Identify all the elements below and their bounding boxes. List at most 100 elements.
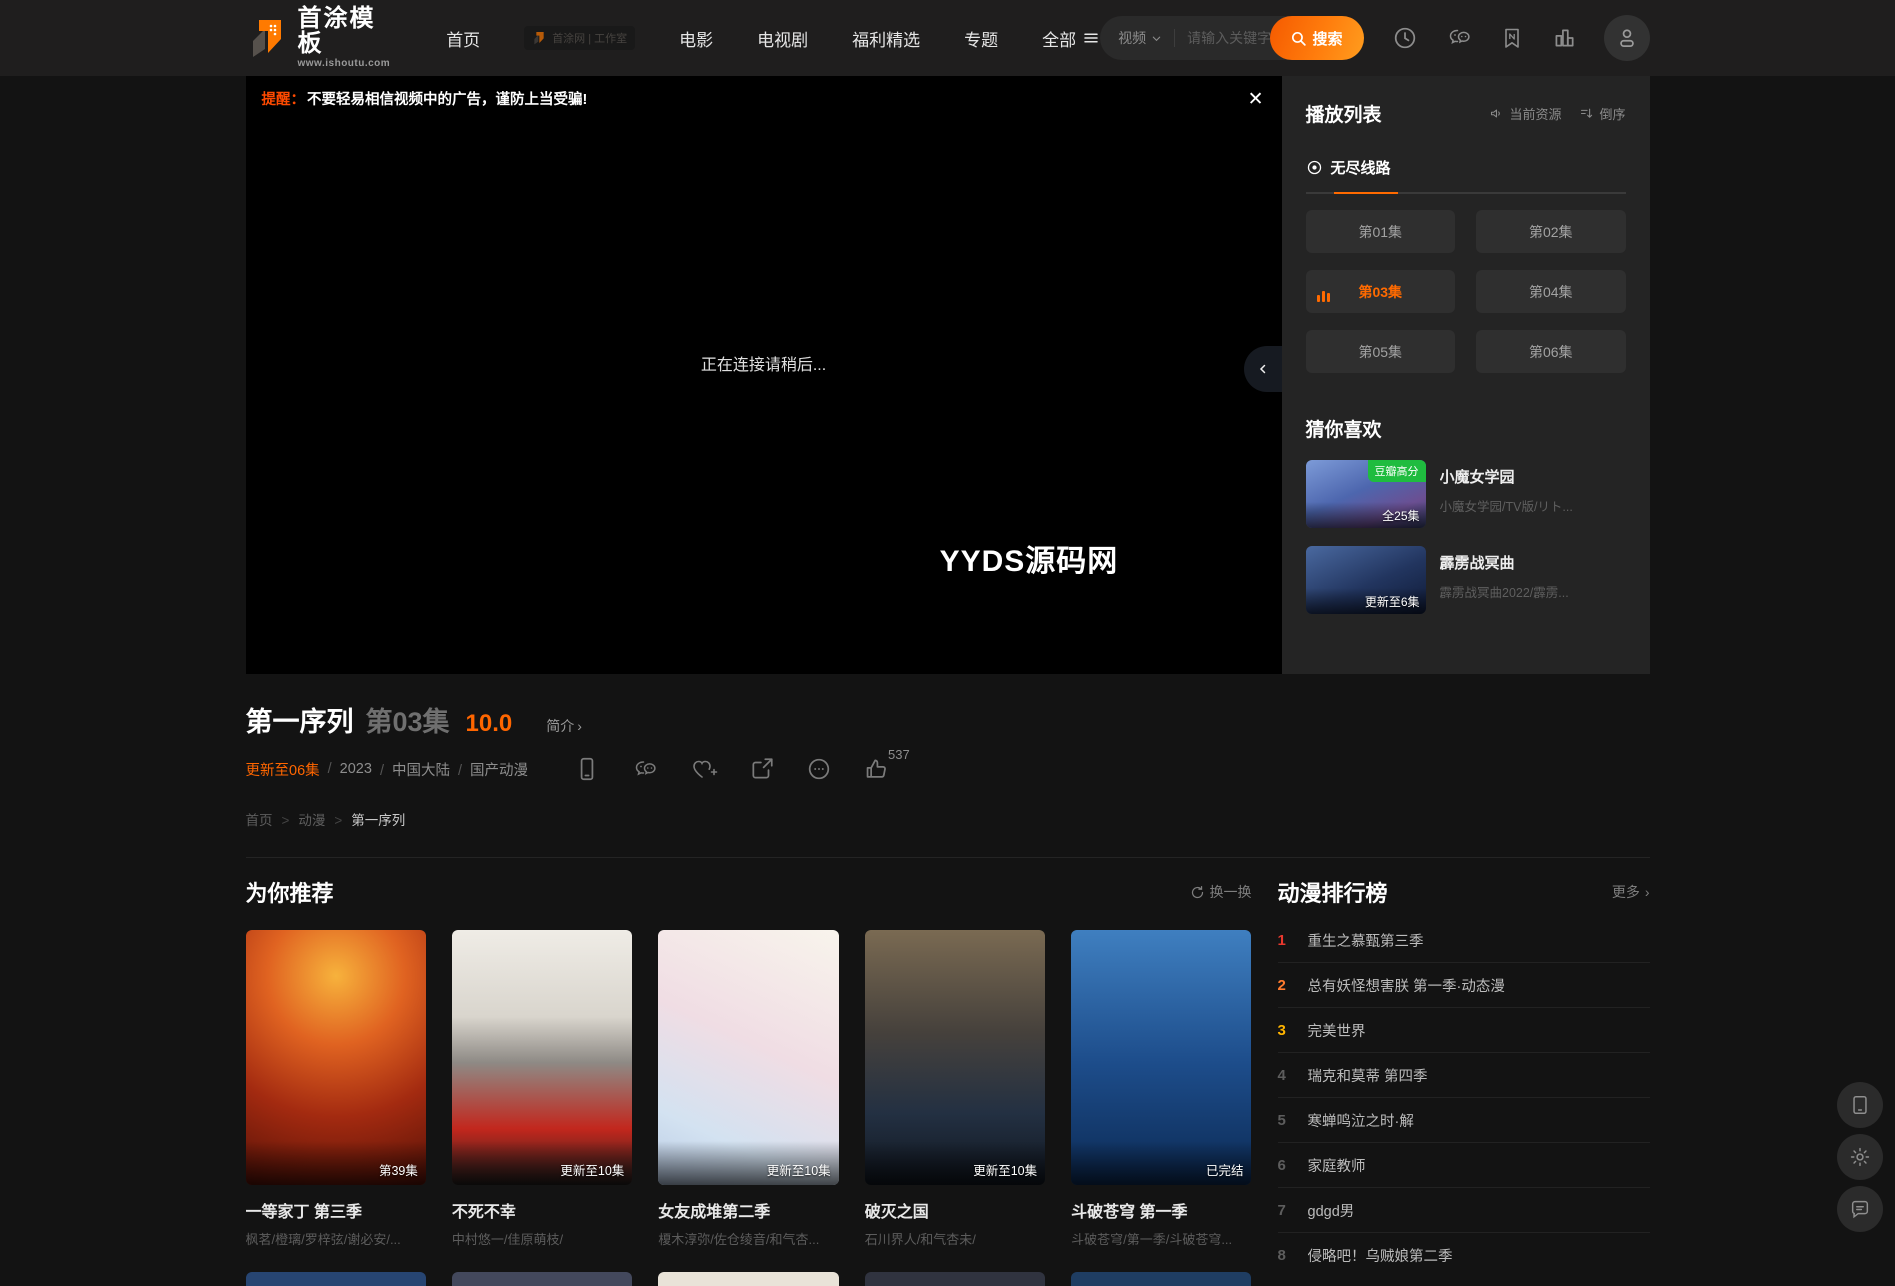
episode-button-3-active[interactable]: 第03集 <box>1305 270 1455 313</box>
settings-button[interactable] <box>1837 1134 1883 1180</box>
search-category-label: 视频 <box>1118 30 1147 46</box>
video-player[interactable]: 提醒： 不要轻易相信视频中的广告，谨防上当受骗! ✕ 正在连接请稍后... YY… <box>245 76 1282 674</box>
breadcrumb-anime[interactable]: 动漫 <box>273 809 325 829</box>
meta-category[interactable]: 国产动漫 <box>450 759 528 780</box>
guess-card-1-caption: 全25集 <box>1382 509 1420 523</box>
site-logo[interactable]: 首涂模板 www.ishoutu.com <box>246 6 391 70</box>
nav-item-movies[interactable]: 电影 <box>679 26 713 51</box>
recommend-card-3-subtitle: 榎木淳弥/佐仓绫音/和气杏... <box>658 1232 820 1247</box>
partial-poster[interactable] <box>451 1272 633 1286</box>
nav-item-welfare[interactable]: 福利精选 <box>852 26 920 51</box>
wechat-icon[interactable] <box>1445 24 1473 52</box>
player-status-text: 正在连接请稍后... <box>700 357 827 375</box>
current-resource-link[interactable]: 当前资源 <box>1489 104 1561 123</box>
ranking-item-3[interactable]: 3 完美世界 <box>1277 1008 1650 1053</box>
ranking-item-8[interactable]: 8 侵略吧！乌贼娘第二季 <box>1278 1233 1650 1278</box>
breadcrumb-home[interactable]: 首页 <box>246 809 273 829</box>
sort-icon <box>1581 108 1593 118</box>
wechat-share-icon[interactable] <box>631 755 659 783</box>
collapse-playlist-handle[interactable] <box>1243 346 1282 393</box>
ranking-item-2[interactable]: 2 总有妖怪想害朕 第一季·动态漫 <box>1277 963 1650 1008</box>
episode-button-2[interactable]: 第02集 <box>1476 210 1626 253</box>
guess-card-2-caption: 更新至6集 <box>1364 595 1420 609</box>
bookmark-icon[interactable] <box>1500 26 1524 50</box>
history-icon[interactable] <box>1392 25 1418 51</box>
favorite-icon[interactable] <box>690 756 718 782</box>
close-icon[interactable]: ✕ <box>1244 88 1268 111</box>
episode-button-4[interactable]: 第04集 <box>1476 270 1626 313</box>
user-avatar[interactable] <box>1603 15 1650 61</box>
guess-card-2-subtitle: 霹雳战冥曲2022/霹雳... <box>1439 586 1569 600</box>
douban-badge: 豆瓣高分 <box>1367 460 1426 482</box>
rank-number: 5 <box>1277 1111 1286 1129</box>
like-button[interactable]: 537 <box>863 747 910 782</box>
episode-button-3-label: 第03集 <box>1358 283 1403 300</box>
guess-card-1-title: 小魔女学园 <box>1439 469 1515 486</box>
recommend-card-1[interactable]: 第39集 一等家丁 第三季 枫茗/橙璃/罗梓弦/谢必安/... <box>245 930 426 1248</box>
meta-year[interactable]: 2023 <box>320 761 372 777</box>
nav-item-topics[interactable]: 专题 <box>964 26 998 51</box>
site-url: www.ishoutu.com <box>297 58 391 70</box>
episode-button-6[interactable]: 第06集 <box>1476 330 1626 373</box>
share-icon[interactable] <box>749 756 775 782</box>
partial-poster[interactable] <box>658 1272 839 1286</box>
episode-button-1[interactable]: 第01集 <box>1305 210 1455 253</box>
recommend-card-5[interactable]: 已完结 斗破苍穹 第一季 斗破苍穹/第一季/斗破苍穹... <box>1071 930 1252 1248</box>
ranking-chart-icon[interactable] <box>1551 25 1577 51</box>
guess-card-1-subtitle: 小魔女学园/TV版/リト... <box>1439 500 1573 514</box>
intro-link[interactable]: 简介 › <box>546 716 582 736</box>
rank-number: 6 <box>1277 1156 1286 1174</box>
rank-title: gdgd男 <box>1307 1203 1355 1220</box>
nav-item-home[interactable]: 首页 <box>446 26 480 51</box>
rank-title: 完美世界 <box>1307 1023 1366 1040</box>
playlist-panel: 播放列表 当前资源 倒序 无尽线路 第01集 第02集 第03集 第04集 第0… <box>1281 76 1650 674</box>
search-category-dropdown[interactable]: 视频 <box>1118 28 1162 48</box>
ranking-item-7[interactable]: 7 gdgd男 <box>1277 1188 1650 1233</box>
message-icon <box>1851 1200 1869 1219</box>
partial-poster[interactable] <box>1071 1272 1252 1286</box>
recommend-card-2[interactable]: 更新至10集 不死不幸 中村悠一/佳原萌枝/ <box>451 930 633 1248</box>
breadcrumb: 首页 动漫 第一序列 <box>246 809 1650 829</box>
recommend-card-3[interactable]: 更新至10集 女友成堆第二季 榎木淳弥/佐仓绫音/和气杏... <box>658 930 839 1248</box>
search-button[interactable]: 搜索 <box>1269 16 1364 60</box>
recommend-card-3-title: 女友成堆第二季 <box>658 1204 771 1221</box>
speaker-icon <box>1491 109 1501 118</box>
ranking-section: 动漫排行榜 更多 › 1 重生之慕甄第三季 2 总有妖怪想害朕 第一季·动态漫 … <box>1277 876 1650 1286</box>
mobile-app-button[interactable] <box>1837 1082 1883 1128</box>
hamburger-icon <box>1084 33 1098 43</box>
episode-button-5[interactable]: 第05集 <box>1305 330 1455 373</box>
refresh-recommend-label: 换一换 <box>1209 884 1252 900</box>
nav-item-tv[interactable]: 电视剧 <box>757 26 808 51</box>
ranking-item-5[interactable]: 5 寒蝉鸣泣之时·解 <box>1277 1098 1650 1143</box>
reverse-order-button[interactable]: 倒序 <box>1579 104 1626 123</box>
partial-poster[interactable] <box>864 1272 1046 1286</box>
ranking-more-link[interactable]: 更多 › <box>1612 882 1650 902</box>
line-tab[interactable]: 无尽线路 <box>1331 157 1391 178</box>
feedback-button[interactable] <box>1837 1186 1883 1232</box>
recommend-card-grid: 第39集 一等家丁 第三季 枫茗/橙璃/罗梓弦/谢必安/... 更新至10集 不… <box>245 930 1252 1248</box>
player-watermark: YYDS源码网 <box>939 545 1119 579</box>
meta-update-status[interactable]: 更新至06集 <box>246 759 320 780</box>
recommend-card-5-badge: 已完结 <box>1205 1164 1244 1178</box>
site-title: 首涂模板 <box>297 5 376 58</box>
workshop-badge[interactable]: 首涂网 | 工作室 <box>524 26 636 50</box>
guess-card-1[interactable]: 豆瓣高分 全25集 小魔女学园 小魔女学园/TV版/リト... <box>1305 460 1626 528</box>
tablet-icon <box>1853 1096 1867 1114</box>
recommend-card-4[interactable]: 更新至10集 破灭之国 石川界人/和气杏未/ <box>864 930 1046 1248</box>
thumbs-up-icon <box>866 759 886 778</box>
intro-link-label: 简介 <box>546 718 575 734</box>
ranking-item-4[interactable]: 4 瑞克和莫蒂 第四季 <box>1277 1053 1650 1098</box>
mobile-watch-icon[interactable] <box>574 756 600 782</box>
guess-card-2[interactable]: 更新至6集 霹雳战冥曲 霹雳战冥曲2022/霹雳... <box>1305 546 1626 614</box>
ranking-item-6[interactable]: 6 家庭教师 <box>1277 1143 1650 1188</box>
nav-item-all[interactable]: 全部 <box>1042 26 1100 51</box>
comment-icon[interactable] <box>806 756 832 782</box>
partial-poster[interactable] <box>245 1272 426 1286</box>
rank-title: 重生之慕甄第三季 <box>1307 933 1424 950</box>
ranking-item-1[interactable]: 1 重生之慕甄第三季 <box>1277 918 1650 963</box>
recommend-card-5-poster: 已完结 <box>1071 930 1252 1185</box>
episode-grid: 第01集 第02集 第03集 第04集 第05集 第06集 <box>1305 210 1626 373</box>
refresh-recommend-button[interactable]: 换一换 <box>1190 882 1252 902</box>
meta-region[interactable]: 中国大陆 <box>372 759 450 780</box>
recommend-card-1-title: 一等家丁 第三季 <box>245 1204 362 1221</box>
